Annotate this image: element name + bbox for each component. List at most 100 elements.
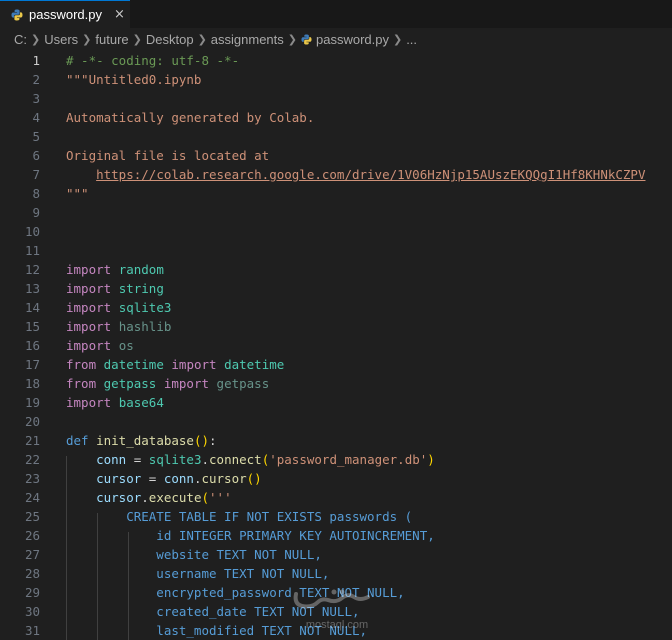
code-text: from getpass import getpass [66,374,269,393]
code-line[interactable]: 9 [0,203,672,222]
chevron-right-icon: ❯ [132,32,142,46]
code-line[interactable]: 16 import os [0,336,672,355]
code-token: getpass [216,376,270,391]
line-number: 5 [32,129,40,144]
line-number: 10 [24,224,40,239]
code-line[interactable]: 4 Automatically generated by Colab. [0,108,672,127]
code-text: import base64 [66,393,164,412]
code-text: created_date TEXT NOT NULL, [66,602,359,621]
code-text: from datetime import datetime [66,355,284,374]
breadcrumb: C: ❯ Users ❯ future ❯ Desktop ❯ assignme… [0,28,672,50]
line-number: 8 [32,186,40,201]
breadcrumb-users[interactable]: Users [44,32,78,47]
code-line[interactable]: 5 [0,127,672,146]
breadcrumb-symbol[interactable]: ... [406,32,417,47]
code-token: string [118,281,164,296]
code-token: sqlite3 [148,452,202,467]
code-text: """ [66,184,89,203]
code-line[interactable]: 10 [0,222,672,241]
code-text: import sqlite3 [66,298,171,317]
code-line[interactable]: 14 import sqlite3 [0,298,672,317]
code-line[interactable]: 17 from datetime import datetime [0,355,672,374]
code-token: CREATE TABLE IF NOT EXISTS passwords ( [66,509,413,524]
code-token: ( [201,490,210,505]
code-token: connect [209,452,262,467]
close-icon[interactable]: × [114,7,125,22]
breadcrumb-drive[interactable]: C: [14,32,27,47]
code-line[interactable]: 15 import hashlib [0,317,672,336]
code-token: . [141,490,149,505]
python-file-icon [301,33,312,45]
code-token: import [66,281,112,296]
code-token: import [66,262,112,277]
code-text: import random [66,260,164,279]
code-token: Original file is located at [66,148,270,163]
code-line[interactable]: 8 """ [0,184,672,203]
code-line[interactable]: 12 import random [0,260,672,279]
code-token: conn [66,452,127,467]
code-line[interactable]: 20 [0,412,672,431]
tab-password-py[interactable]: password.py × [0,0,130,28]
breadcrumb-future[interactable]: future [95,32,128,47]
code-line[interactable]: 13 import string [0,279,672,298]
code-line[interactable]: 29 encrypted_password TEXT NOT NULL, [0,583,672,602]
line-number: 9 [32,205,40,220]
code-line[interactable]: 30 created_date TEXT NOT NULL, [0,602,672,621]
code-line[interactable]: 2 """Untitled0.ipynb [0,70,672,89]
code-link[interactable]: https://colab.research.google.com/drive/… [96,167,645,182]
code-token: init_database [96,433,194,448]
code-line[interactable]: 22 conn = sqlite3.connect('password_mana… [0,450,672,469]
breadcrumb-assignments[interactable]: assignments [211,32,284,47]
code-token: hashlib [118,319,172,334]
code-token: : [209,433,217,448]
code-line[interactable]: 7 https://colab.research.google.com/driv… [0,165,672,184]
code-line[interactable]: 27 website TEXT NOT NULL, [0,545,672,564]
code-token: def [66,433,89,448]
code-token: cursor [66,471,142,486]
code-text: def init_database(): [66,431,217,450]
code-line[interactable]: 24 cursor.execute(''' [0,488,672,507]
code-editor[interactable]: 1 # -*- coding: utf-8 -*- 2 """Untitled0.ip… [0,51,672,640]
code-line[interactable]: 21 def init_database(): [0,431,672,450]
breadcrumb-desktop[interactable]: Desktop [146,32,194,47]
code-line[interactable]: 1 # -*- coding: utf-8 -*- [0,51,672,70]
code-line[interactable]: 18 from getpass import getpass [0,374,672,393]
line-number: 7 [32,167,40,182]
code-token: () [246,471,262,486]
code-token: encrypted_password TEXT NOT NULL, [66,585,405,600]
code-line[interactable]: 6 Original file is located at [0,146,672,165]
code-token: import [66,395,112,410]
breadcrumb-file[interactable]: password.py [316,32,389,47]
code-line[interactable]: 3 [0,89,672,108]
line-number: 17 [24,357,40,372]
code-text: # -*- coding: utf-8 -*- [66,51,239,70]
line-number: 15 [24,319,40,334]
code-line[interactable]: 31 last_modified TEXT NOT NULL, [0,621,672,640]
code-line[interactable]: 25 CREATE TABLE IF NOT EXISTS passwords … [0,507,672,526]
line-number: 28 [24,566,40,581]
code-line[interactable]: 11 [0,241,672,260]
code-text: last_modified TEXT NOT NULL, [66,621,367,640]
tab-label: password.py [29,7,102,22]
code-line[interactable]: 19 import base64 [0,393,672,412]
line-number: 14 [24,300,40,315]
code-line[interactable]: 28 username TEXT NOT NULL, [0,564,672,583]
code-token: datetime [103,357,164,372]
code-line[interactable]: 23 cursor = conn.cursor() [0,469,672,488]
code-token: random [118,262,164,277]
code-token: website TEXT NOT NULL, [66,547,322,562]
code-line[interactable]: 26 id INTEGER PRIMARY KEY AUTOINCREMENT, [0,526,672,545]
code-token: Automatically generated by Colab. [66,110,315,125]
line-number: 29 [24,585,40,600]
line-number: 16 [24,338,40,353]
line-number: 25 [24,509,40,524]
code-text: encrypted_password TEXT NOT NULL, [66,583,405,602]
line-number: 30 [24,604,40,619]
